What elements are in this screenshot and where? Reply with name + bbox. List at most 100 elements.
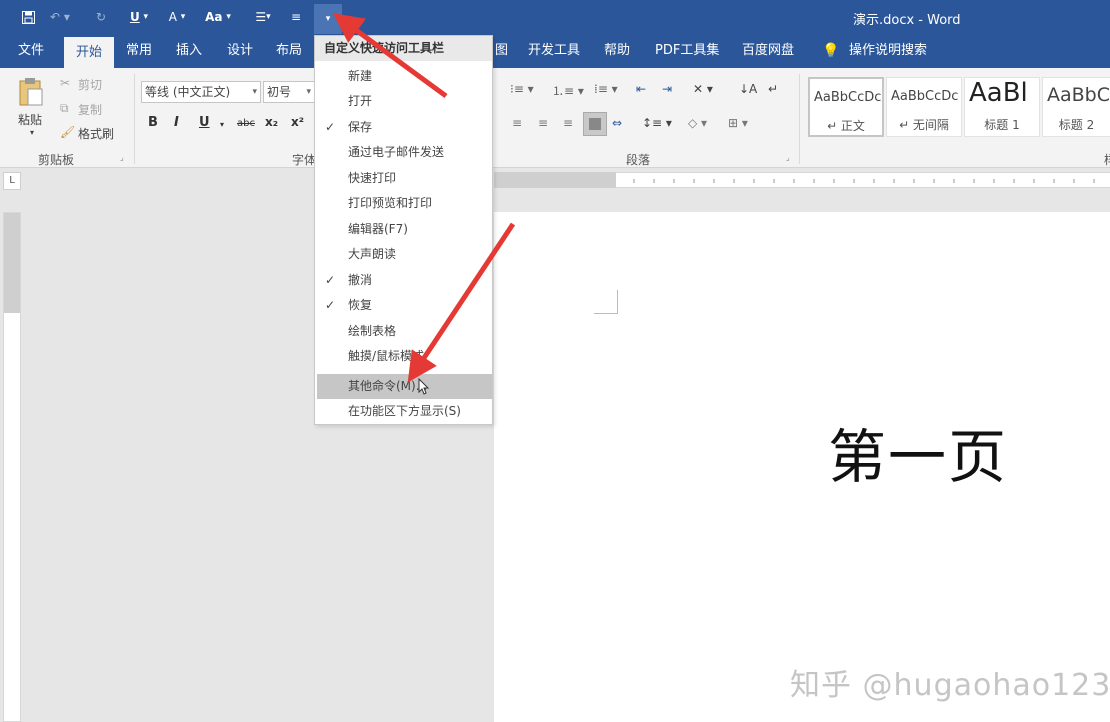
tab-home[interactable]: 开始	[64, 37, 115, 68]
tab-pdf-tools[interactable]: PDF工具集	[655, 34, 719, 68]
chevron-down-icon: ▾	[226, 12, 231, 22]
style-heading-2[interactable]: AaBbC 标题 2	[1042, 77, 1110, 137]
sort-icon[interactable]: ↓A	[739, 82, 757, 96]
ribbon: 粘贴 ▾ ✂ 剪切 ⧉ 复制 🖌 格式刷 剪贴板 ⌟ 等线 (中文正文) ▾ 初…	[0, 68, 1110, 168]
menu-item-label: 撤消	[348, 273, 373, 287]
menu-item-label: 绘制表格	[348, 324, 397, 338]
italic-button[interactable]: I	[174, 115, 179, 130]
menu-item-touch-mode[interactable]: 触摸/鼠标模式	[315, 344, 492, 369]
line-spacing-icon[interactable]: ↕≡ ▾	[642, 116, 672, 130]
menu-item-more-commands[interactable]: 其他命令(M)...	[317, 374, 492, 399]
show-marks-icon[interactable]: ↵	[768, 82, 778, 96]
tell-me-search[interactable]: 操作说明搜索	[849, 34, 927, 68]
underline-button[interactable]: U	[199, 115, 210, 130]
bullets-icon[interactable]: ⁝≡ ▾	[510, 82, 534, 96]
copy-icon: ⧉	[60, 101, 69, 115]
group-separator	[134, 74, 135, 164]
tab-help[interactable]: 帮助	[604, 34, 630, 68]
font-name-value: 等线 (中文正文)	[145, 85, 231, 99]
font-name-combo[interactable]: 等线 (中文正文) ▾	[141, 81, 261, 103]
menu-item-show-below-ribbon[interactable]: 在功能区下方显示(S)	[315, 399, 492, 424]
align-icon[interactable]: ≡	[286, 7, 306, 27]
document-title: 演示.docx - Word	[853, 13, 961, 28]
format-painter-icon: 🖌	[60, 125, 76, 139]
menu-item-open[interactable]: 打开	[315, 89, 492, 114]
tab-selector[interactable]: L	[3, 172, 21, 190]
copy-button[interactable]: 复制	[78, 101, 102, 118]
cut-button[interactable]: 剪切	[78, 76, 102, 93]
menu-item-save[interactable]: ✓ 保存	[315, 115, 492, 140]
borders-icon[interactable]: ⊞ ▾	[728, 116, 748, 130]
font-size-value: 初号	[267, 85, 292, 99]
format-painter-button[interactable]: 格式刷	[78, 125, 114, 142]
menu-item-quick-print[interactable]: 快速打印	[315, 166, 492, 191]
style-name: ↵ 正文	[827, 119, 865, 133]
customize-qa-toolbar-button[interactable]: ▾	[314, 4, 342, 34]
increase-indent-icon[interactable]: ⇥	[662, 82, 672, 96]
subscript-button[interactable]: x₂	[265, 115, 278, 129]
tab-references-fragment[interactable]: 图	[495, 34, 508, 68]
style-preview: AaBbCcDc	[891, 89, 959, 104]
tab-design[interactable]: 设计	[227, 34, 253, 68]
chevron-down-icon: ▾	[143, 12, 149, 22]
align-right-icon[interactable]: ≡	[563, 116, 573, 130]
style-heading-1[interactable]: AaBl 标题 1	[964, 77, 1040, 137]
align-center-icon[interactable]: ≡	[538, 116, 548, 130]
qa-change-case-button[interactable]: Aa ▾	[200, 7, 236, 27]
justify-button[interactable]	[583, 112, 607, 136]
font-size-combo[interactable]: 初号 ▾	[263, 81, 315, 103]
shading-icon[interactable]: ◇ ▾	[688, 116, 707, 130]
style-no-spacing[interactable]: AaBbCcDc ↵ 无间隔	[886, 77, 962, 137]
asian-layout-icon[interactable]: ✕ ▾	[693, 82, 713, 96]
strikethrough-button[interactable]: abc	[237, 118, 255, 129]
group-separator	[799, 74, 800, 164]
superscript-button[interactable]: x²	[291, 115, 304, 129]
bold-button[interactable]: B	[148, 115, 158, 130]
menu-item-print-preview[interactable]: 打印预览和打印	[315, 191, 492, 216]
tab-common[interactable]: 常用	[126, 34, 152, 68]
menu-item-label: 快速打印	[348, 171, 397, 185]
paste-button[interactable]: 粘贴	[18, 111, 42, 128]
dialog-launcher-icon[interactable]: ⌟	[120, 153, 124, 162]
chevron-down-icon: ▾	[252, 87, 257, 97]
bullet-list-icon[interactable]: ☰ ▾	[246, 7, 280, 27]
dialog-launcher-icon[interactable]: ⌟	[786, 153, 790, 162]
tab-baidu-netdisk[interactable]: 百度网盘	[742, 34, 794, 68]
watermark: 知乎 @hugaohao123	[790, 668, 1110, 703]
menu-item-label: 大声朗读	[348, 247, 397, 261]
menu-item-editor[interactable]: 编辑器(F7)	[315, 217, 492, 242]
style-name: 标题 1	[984, 118, 1020, 132]
ribbon-tabs: 文件 开始 常用 插入 设计 布局 图 开发工具 帮助 PDF工具集 百度网盘 …	[0, 34, 1110, 68]
numbering-icon[interactable]: ⒈≡ ▾	[552, 82, 584, 99]
style-preview: AaBbC	[1047, 84, 1110, 106]
style-preview: AaBl	[969, 78, 1028, 108]
tab-layout[interactable]: 布局	[276, 34, 302, 68]
distributed-icon[interactable]: ⇔	[612, 116, 622, 130]
chevron-down-icon: ▾	[306, 87, 311, 97]
multilevel-list-icon[interactable]: ⁞≡ ▾	[594, 82, 618, 96]
tab-file[interactable]: 文件	[18, 34, 44, 68]
align-left-icon[interactable]: ≡	[512, 116, 522, 130]
qa-font-color-button[interactable]: A ▾	[162, 7, 192, 27]
decrease-indent-icon[interactable]: ⇤	[636, 82, 646, 96]
lightbulb-icon: 💡	[822, 43, 840, 59]
qa-change-case-label: Aa	[205, 10, 223, 24]
document-heading[interactable]: 第一页	[828, 410, 1008, 494]
menu-item-label: 打印预览和打印	[348, 196, 433, 210]
menu-item-email[interactable]: 通过电子邮件发送	[315, 140, 492, 165]
menu-item-new[interactable]: 新建	[315, 64, 492, 89]
menu-item-label: 恢复	[348, 298, 373, 312]
tab-developer[interactable]: 开发工具	[528, 34, 580, 68]
menu-item-read-aloud[interactable]: 大声朗读	[315, 242, 492, 267]
menu-item-undo[interactable]: ✓ 撤消	[315, 268, 492, 293]
menu-item-redo[interactable]: ✓ 恢复	[315, 293, 492, 318]
undo-icon[interactable]: ↶ ▾	[48, 7, 72, 27]
menu-item-draw-table[interactable]: 绘制表格	[315, 319, 492, 344]
save-icon[interactable]	[18, 7, 38, 27]
menu-item-label: 通过电子邮件发送	[348, 145, 445, 159]
document-page[interactable]	[494, 212, 1110, 722]
tab-insert[interactable]: 插入	[176, 34, 202, 68]
redo-icon[interactable]: ↻	[90, 7, 112, 27]
style-normal[interactable]: AaBbCcDc ↵ 正文	[808, 77, 884, 137]
qa-underline-button[interactable]: U ▾	[124, 7, 154, 27]
